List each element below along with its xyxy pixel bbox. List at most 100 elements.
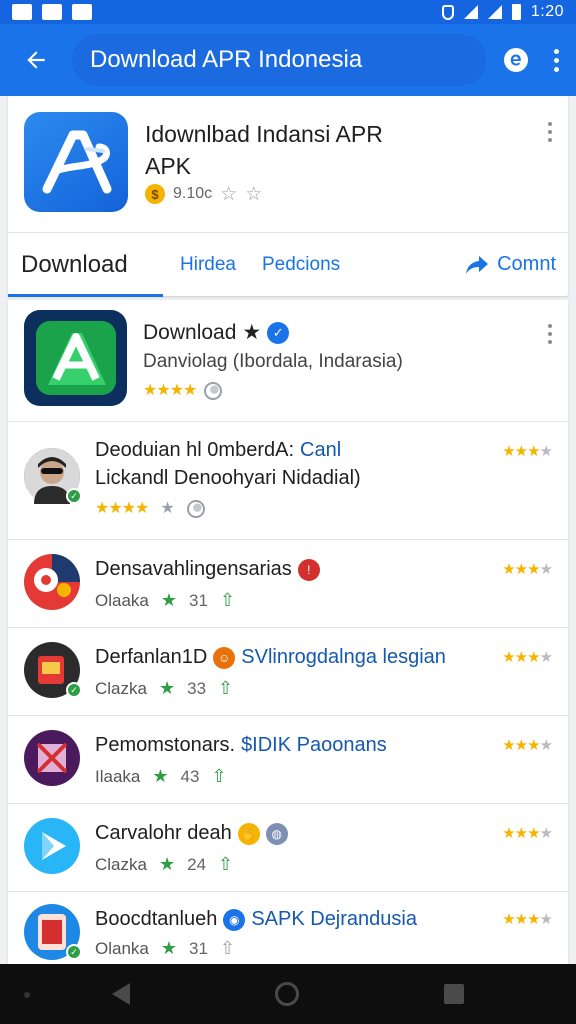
emoji-icon: ✋: [237, 822, 260, 845]
app-meta-text: 9.10c: [173, 185, 213, 202]
rating-stars: ★★★★: [95, 500, 149, 517]
rating-stars: ★★★★: [143, 382, 197, 399]
leaf-icon: ★: [158, 678, 176, 698]
signal-icon: [487, 5, 502, 19]
leaf-icon: ★: [158, 854, 176, 874]
share-label: Comnt: [497, 253, 556, 275]
emoji-icon: ☺: [213, 646, 236, 669]
result-link[interactable]: SAPK Dejrandusia: [251, 908, 417, 931]
result-name: Pemomstonars. $IDIK Paoonans: [95, 734, 387, 757]
result-name-text: Carvalohr deah: [95, 822, 232, 844]
result-name-text: Densavahlingensarias: [95, 558, 292, 580]
result-category: Olaaka: [95, 590, 149, 610]
result-link[interactable]: $IDIK Paoonans: [241, 734, 387, 757]
list-item[interactable]: ✓ Deoduian hl 0mberdA: Canl Lickandl Den…: [8, 422, 568, 540]
result-rating: ★★★★: [502, 825, 553, 842]
status-bar: 1:20: [0, 0, 576, 24]
search-title-field[interactable]: Download APR Indonesia: [72, 34, 486, 86]
tab-pedcions[interactable]: Pedcions: [262, 233, 340, 297]
overflow-menu-button[interactable]: [536, 32, 576, 88]
share-button[interactable]: Comnt: [465, 233, 556, 297]
result-name: Deoduian hl 0mberdA: Canl: [95, 439, 341, 462]
globe-icon: [186, 500, 205, 518]
result-name-text: Pemomstonars.: [95, 734, 236, 756]
shield-icon: !: [297, 558, 320, 581]
verified-badge-icon: ✓: [66, 682, 82, 698]
result-meta: Olanka ★ 31 ⇧: [95, 938, 235, 959]
result-description: Lickandl Denoohyari Nidadial): [95, 467, 361, 489]
browser-button[interactable]: [496, 32, 536, 88]
list-item-featured[interactable]: Download ★ ✓ Danviolag (Ibordala, Indara…: [8, 300, 568, 422]
coin-icon: $: [145, 184, 165, 204]
result-name: Derfanlan1D ☺ SVlinrogdalnga lesgian: [95, 646, 446, 669]
leaf-icon: ★: [152, 766, 169, 786]
avatar: ✓: [24, 642, 82, 698]
result-rating: ★★★★: [502, 443, 553, 460]
nav-back-button[interactable]: [112, 983, 131, 1005]
featured-app-subtitle: Danviolag (Ibordala, Indarasia): [143, 351, 403, 372]
list-item[interactable]: Pemomstonars. $IDIK Paoonans Ilaaka ★ 43…: [8, 716, 568, 804]
star-icon: ★: [242, 321, 262, 344]
app-bar-title: Download APR Indonesia: [90, 46, 363, 73]
message-icon: [42, 4, 62, 20]
image-icon: [72, 4, 92, 20]
tab-hirdea[interactable]: Hirdea: [180, 233, 236, 297]
featured-name-text: Download: [143, 320, 237, 344]
result-meta: ★★★★ ★: [95, 500, 205, 518]
back-button[interactable]: [8, 32, 64, 88]
result-link[interactable]: Canl: [300, 439, 341, 462]
browser-icon: [504, 48, 528, 72]
avatar: [24, 554, 80, 610]
list-item[interactable]: Densavahlingensarias ! Olaaka ★ 31 ⇧ ★★★…: [8, 540, 568, 628]
result-rating: ★★★★: [502, 561, 553, 578]
featured-app-icon: [24, 310, 127, 406]
leaf-icon: ★: [160, 590, 178, 610]
globe-icon: ◍: [265, 822, 288, 845]
upload-icon: ⇧: [218, 854, 234, 874]
upload-icon: ⇧: [211, 766, 227, 786]
arrow-back-icon: [27, 51, 45, 69]
result-rating: ★★★★: [502, 911, 553, 928]
wifi-icon: [463, 5, 478, 19]
vpn-icon: [441, 4, 454, 20]
nav-home-button[interactable]: [274, 982, 299, 1006]
app-title: Idownlbad Indansi APR APK: [145, 121, 383, 179]
leaf-icon: ★: [160, 938, 178, 958]
result-name: Carvalohr deah ✋ ◍: [95, 822, 288, 845]
app-icon: [24, 112, 128, 212]
result-link[interactable]: SVlinrogdalnga lesgian: [241, 646, 446, 669]
result-rating: ★★★★: [502, 649, 553, 666]
result-count: 31: [189, 590, 208, 610]
result-category: Clazka: [95, 854, 147, 874]
app-header-card: Idownlbad Indansi APR APK $ 9.10c ☆ ☆ Do…: [8, 96, 568, 297]
star-outline-icon: ☆: [245, 183, 263, 205]
result-meta: Clazka ★ 33 ⇧: [95, 678, 233, 699]
status-time: 1:20: [530, 3, 564, 20]
globe-icon: [204, 382, 223, 400]
app-bar: Download APR Indonesia: [0, 24, 576, 96]
result-count: 43: [180, 766, 200, 786]
more-vert-icon: [548, 122, 552, 142]
verified-badge-icon: ✓: [66, 488, 82, 504]
result-count: 31: [189, 938, 208, 958]
upload-icon: ⇧: [219, 590, 236, 610]
upload-icon: ⇧: [219, 938, 236, 958]
list-item[interactable]: ✓ Boocdtanlueh ◉ SAPK Dejrandusia Olanka…: [8, 892, 568, 964]
result-category: Olanka: [95, 938, 149, 958]
result-name-text: Deoduian hl 0mberdA:: [95, 439, 295, 461]
avatar: ✓: [24, 904, 82, 960]
tab-download[interactable]: Download: [8, 233, 163, 297]
more-vert-icon: [553, 48, 559, 72]
featured-menu-button[interactable]: [548, 324, 552, 344]
nav-recents-button[interactable]: [443, 984, 464, 1004]
result-rating: ★★★★: [502, 737, 553, 754]
avatar: [24, 818, 80, 874]
list-item[interactable]: Carvalohr deah ✋ ◍ Clazka ★ 24 ⇧ ★★★★: [8, 804, 568, 892]
result-meta: Clazka ★ 24 ⇧: [95, 854, 233, 875]
list-item[interactable]: ✓ Derfanlan1D ☺ SVlinrogdalnga lesgian C…: [8, 628, 568, 716]
featured-app-name: Download ★ ✓: [143, 320, 290, 345]
header-menu-button[interactable]: [548, 122, 552, 142]
verified-check-icon: ✓: [267, 321, 290, 344]
result-count: 24: [187, 854, 207, 874]
nav-indicator: [24, 992, 30, 998]
